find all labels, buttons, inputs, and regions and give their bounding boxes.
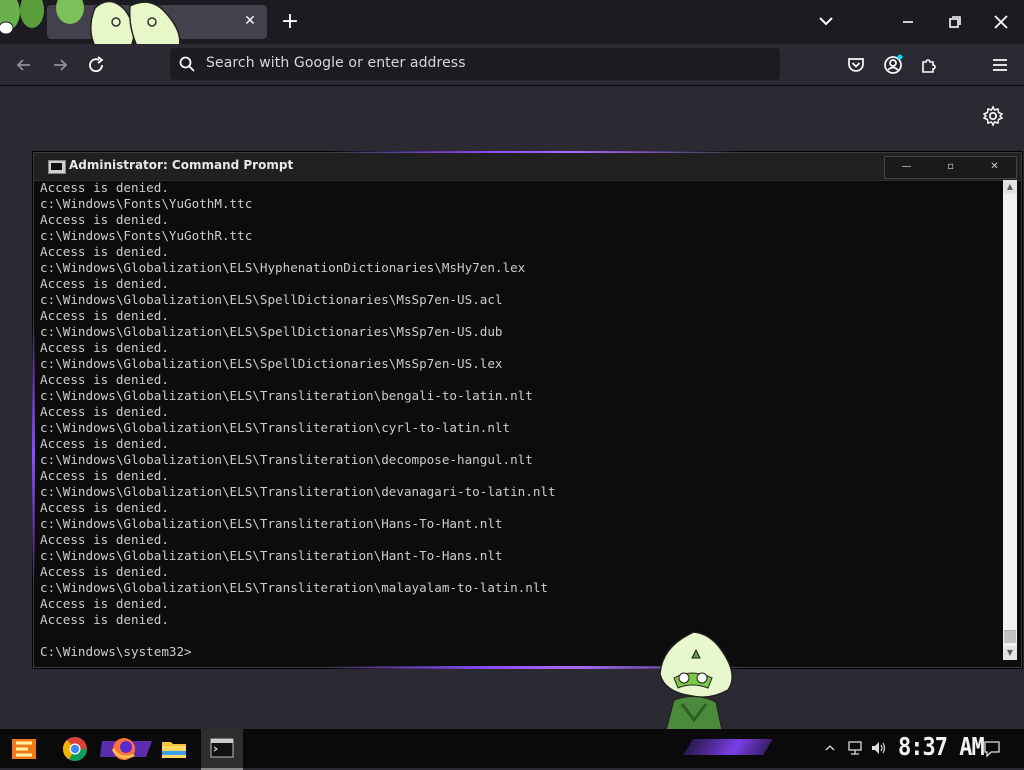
cmd-output-line: C:\Windows\system32> <box>40 644 192 659</box>
cmd-output-line: c:\Windows\Globalization\ELS\Translitera… <box>40 484 556 499</box>
cmd-output-line: Access is denied. <box>40 372 169 387</box>
peridot-character-sticker <box>659 631 733 730</box>
taskbar-clock[interactable]: 8:37 AM <box>898 733 985 762</box>
cmd-output-line: c:\Windows\Globalization\ELS\SpellDictio… <box>40 292 503 307</box>
scrollbar-thumb[interactable] <box>1004 630 1016 643</box>
browser-toolbar: Search with Google or enter address <box>0 44 1024 86</box>
chrome-icon[interactable] <box>59 733 91 765</box>
scroll-up-arrow-icon[interactable]: ▲ <box>1003 180 1017 194</box>
notification-center-icon[interactable] <box>982 739 1002 759</box>
account-icon[interactable] <box>881 53 905 77</box>
cmd-output-line: Access is denied. <box>40 564 169 579</box>
address-bar-placeholder: Search with Google or enter address <box>206 55 466 71</box>
menu-hamburger-icon[interactable] <box>988 53 1012 77</box>
cmd-output-line: c:\Windows\Globalization\ELS\Translitera… <box>40 516 503 531</box>
cmd-output-line: c:\Windows\Globalization\ELS\Translitera… <box>40 580 548 595</box>
forward-arrow-icon[interactable] <box>47 52 73 78</box>
show-hidden-icons-chevron-icon[interactable] <box>824 739 836 757</box>
command-prompt-icon <box>48 160 66 174</box>
address-bar[interactable]: Search with Google or enter address <box>170 48 780 80</box>
back-arrow-icon[interactable] <box>11 52 37 78</box>
gear-icon[interactable] <box>981 104 1005 128</box>
cmd-output-line: c:\Windows\Fonts\YuGothM.ttc <box>40 196 253 211</box>
list-all-tabs-icon[interactable] <box>814 12 838 32</box>
file-explorer-icon[interactable] <box>158 733 190 765</box>
cmd-output-line: Access is denied. <box>40 244 169 259</box>
cmd-output-line: Access is denied. <box>40 500 169 515</box>
cmd-output-line: Access is denied. <box>40 404 169 419</box>
windows-taskbar: 8:37 AM <box>0 729 1024 770</box>
firefox-icon[interactable] <box>100 733 156 765</box>
command-prompt-icon <box>210 738 234 758</box>
cmd-output-line: Access is denied. <box>40 308 169 323</box>
cmd-scrollbar[interactable]: ▲ ▼ <box>1003 180 1017 660</box>
cmd-output-line: Access is denied. <box>40 276 169 291</box>
cmd-output-line: c:\Windows\Globalization\ELS\Translitera… <box>40 452 533 467</box>
cmd-title: Administrator: Command Prompt <box>69 158 294 172</box>
extensions-icon[interactable] <box>917 53 941 77</box>
cmd-output-line: Access is denied. <box>40 212 169 227</box>
purple-taskbar-decoration <box>683 739 773 755</box>
purple-glow-left <box>32 323 35 583</box>
cmd-output-line: c:\Windows\Globalization\ELS\SpellDictio… <box>40 324 503 339</box>
taskbar-command-prompt[interactable] <box>201 729 243 770</box>
cmd-close-button[interactable]: ✕ <box>973 157 1016 178</box>
reload-icon[interactable] <box>83 52 109 78</box>
cmd-output-line: Access is denied. <box>40 436 169 451</box>
cmd-output-line: Access is denied. <box>40 340 169 355</box>
tab-close-button[interactable]: ✕ <box>241 12 259 30</box>
cmd-output-line: Access is denied. <box>40 596 169 611</box>
cmd-output-line <box>40 628 995 644</box>
scroll-down-arrow-icon[interactable]: ▼ <box>1003 646 1017 660</box>
search-icon <box>179 56 195 72</box>
cmd-output-line: c:\Windows\Fonts\YuGothR.ttc <box>40 228 253 243</box>
cmd-output-line: c:\Windows\Globalization\ELS\Translitera… <box>40 388 533 403</box>
cmd-output-line: Access is denied. <box>40 180 169 195</box>
cmd-output-line: c:\Windows\Globalization\ELS\Translitera… <box>40 420 511 435</box>
restore-window-icon[interactable] <box>940 8 970 36</box>
cmd-output-line: Access is denied. <box>40 532 169 547</box>
cmd-output-line: c:\Windows\Globalization\ELS\SpellDictio… <box>40 356 503 371</box>
network-icon[interactable] <box>846 739 864 757</box>
volume-icon[interactable] <box>870 739 888 757</box>
command-prompt-window[interactable]: Administrator: Command Prompt — ▫ ✕ Acce… <box>32 151 1022 669</box>
app-launcher-icon[interactable] <box>8 733 40 765</box>
cmd-window-controls: — ▫ ✕ <box>884 156 1017 179</box>
cmd-output-line: c:\Windows\Globalization\ELS\Hyphenation… <box>40 260 526 275</box>
cmd-output[interactable]: Access is denied. c:\Windows\Fonts\YuGoth… <box>40 180 995 660</box>
cmd-output-line: Access is denied. <box>40 612 169 627</box>
minimize-window-icon[interactable] <box>893 8 923 36</box>
cmd-minimize-button[interactable]: — <box>885 157 928 178</box>
new-tab-button[interactable]: + <box>278 10 302 34</box>
cmd-restore-button[interactable]: ▫ <box>929 157 972 178</box>
cmd-output-line: Access is denied. <box>40 468 169 483</box>
cmd-output-line: c:\Windows\Globalization\ELS\Translitera… <box>40 548 503 563</box>
close-window-icon[interactable] <box>986 8 1016 36</box>
cmd-titlebar[interactable]: Administrator: Command Prompt — ▫ ✕ <box>34 153 1021 181</box>
pocket-icon[interactable] <box>844 53 868 77</box>
